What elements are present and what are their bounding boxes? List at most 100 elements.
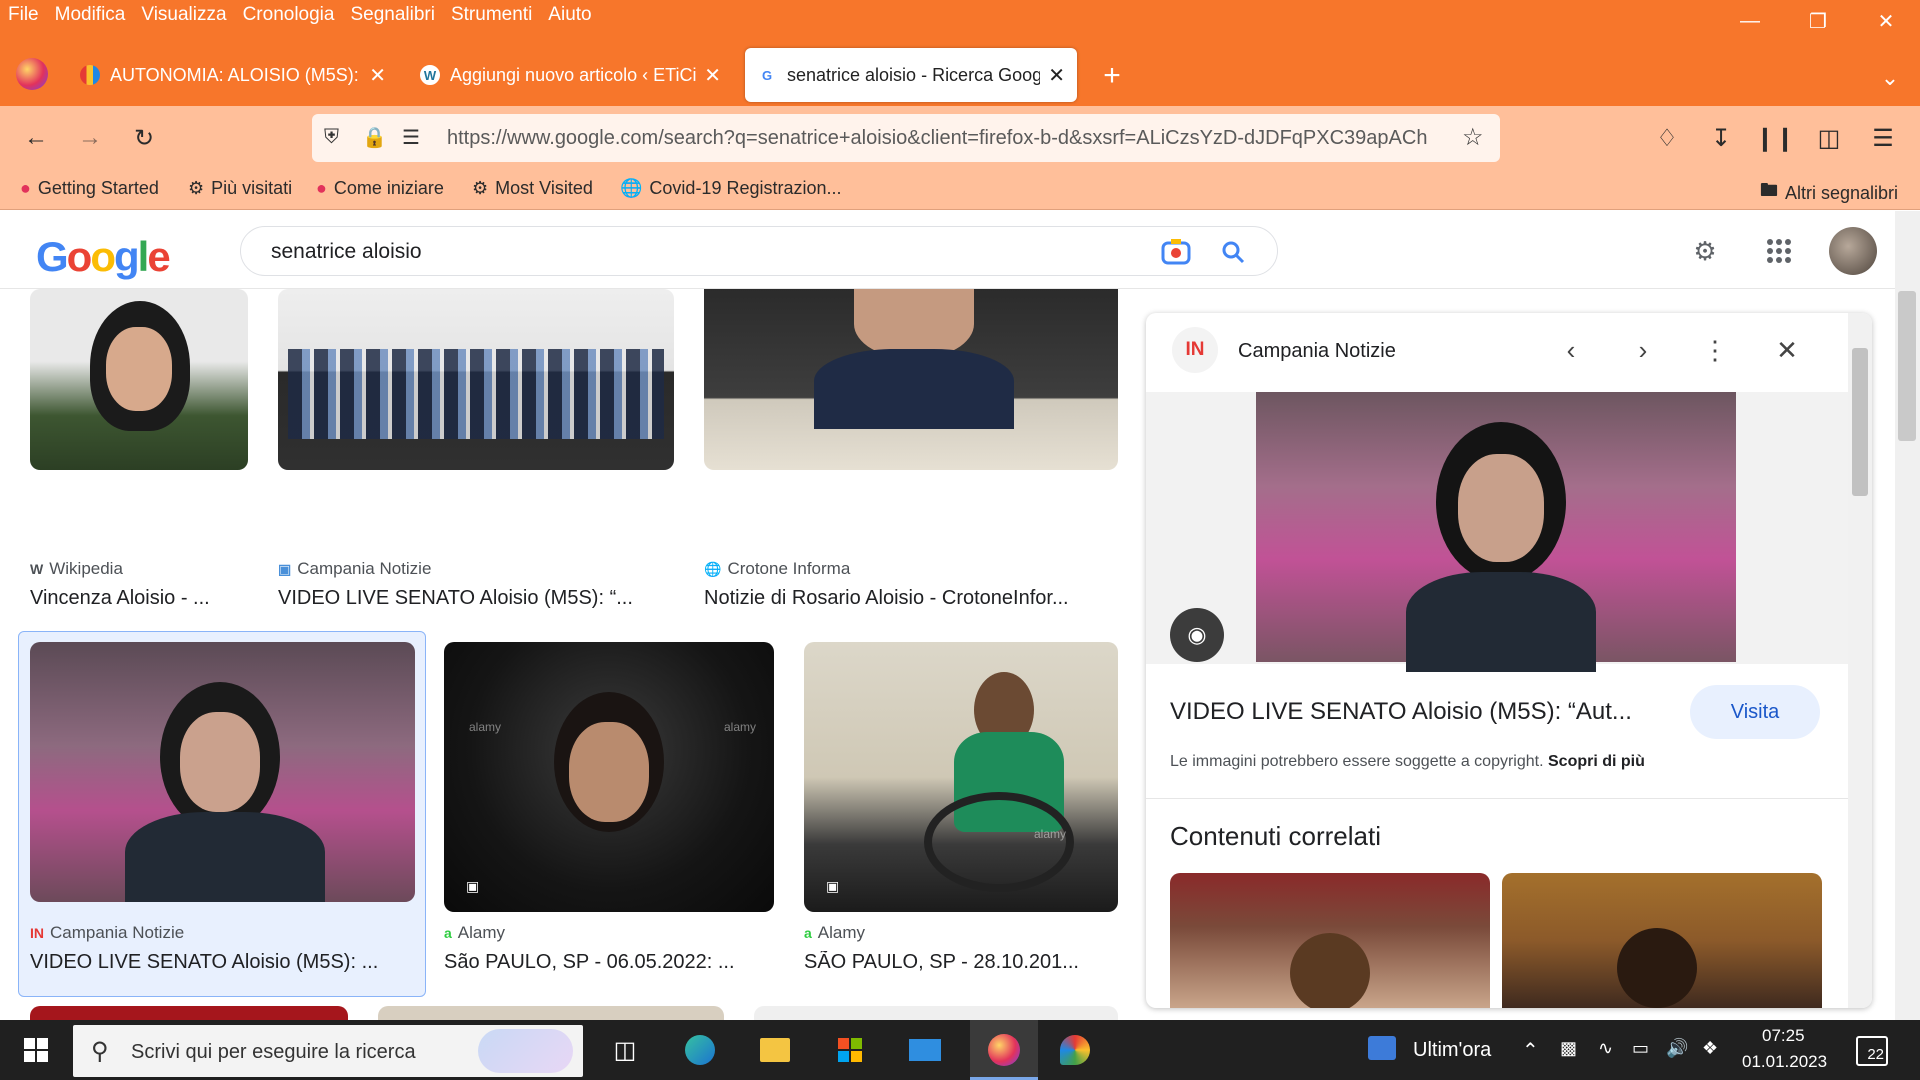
shield-icon[interactable]: ⛨	[324, 126, 339, 149]
menu-segnalibri[interactable]: Segnalibri	[350, 4, 435, 26]
restore-icon[interactable]: ❐	[1784, 0, 1852, 42]
tab-autonomia[interactable]: AUTONOMIA: ALOISIO (M5S): il ✕	[68, 48, 398, 102]
related-thumbnail[interactable]	[1502, 873, 1822, 1008]
menu-aiuto[interactable]: Aiuto	[548, 4, 591, 26]
result-title[interactable]: VIDEO LIVE SENATO Aloisio (M5S): ...	[30, 951, 410, 974]
news-widget-icon[interactable]	[1368, 1036, 1396, 1060]
sidebar-icon[interactable]: ◫	[1807, 116, 1851, 160]
bookmark-getting-started[interactable]: ● Getting Started	[20, 178, 159, 199]
news-widget-label[interactable]: Ultim'ora	[1413, 1039, 1491, 1062]
battery-icon[interactable]: ▭	[1632, 1038, 1649, 1059]
bookmark-piu-visitati[interactable]: ⚙ Più visitati	[188, 178, 292, 199]
hamburger-menu-icon[interactable]: ☰	[1861, 116, 1905, 160]
result-thumbnail[interactable]	[30, 642, 415, 902]
result-thumbnail-partial[interactable]	[378, 1006, 724, 1020]
result-thumbnail[interactable]: alamy alamy ▣	[444, 642, 774, 912]
close-panel-icon[interactable]: ✕	[1766, 329, 1808, 371]
pocket-icon[interactable]: ♢	[1645, 116, 1689, 160]
bookmark-most-visited[interactable]: ⚙ Most Visited	[472, 178, 593, 199]
related-thumbnail[interactable]	[1170, 873, 1490, 1008]
meet-now-icon[interactable]: ▩	[1560, 1038, 1577, 1059]
download-icon[interactable]: ↧	[1699, 116, 1743, 160]
search-icon[interactable]	[1216, 235, 1250, 269]
notification-center-icon[interactable]: 22	[1856, 1036, 1888, 1066]
result-title[interactable]: Vincenza Aloisio - ...	[30, 587, 250, 610]
menu-cronologia[interactable]: Cronologia	[243, 4, 335, 26]
wifi-icon[interactable]: ∿	[1598, 1038, 1613, 1059]
taskbar-search[interactable]: ⚲ Scrivi qui per eseguire la ricerca	[73, 1025, 583, 1077]
menu-modifica[interactable]: Modifica	[55, 4, 126, 26]
taskbar-search-input[interactable]: Scrivi qui per eseguire la ricerca	[131, 1041, 416, 1064]
new-tab-icon[interactable]: +	[1092, 56, 1132, 96]
reload-icon[interactable]: ↻	[122, 116, 166, 160]
bookmark-come-iniziare[interactable]: ● Come iniziare	[316, 178, 444, 199]
avatar[interactable]	[1829, 227, 1877, 275]
panel-scrollbar[interactable]	[1848, 313, 1872, 1008]
clock-date[interactable]: 01.01.2023	[1742, 1052, 1827, 1072]
result-thumbnail[interactable]	[278, 289, 674, 470]
menu-file[interactable]: File	[8, 4, 39, 26]
panel-scrollbar-thumb[interactable]	[1852, 348, 1868, 496]
bookmark-star-icon[interactable]: ☆	[1462, 123, 1484, 152]
menu-bar: File Modifica Visualizza Cronologia Segn…	[0, 0, 1920, 30]
bookmark-covid-registrazione[interactable]: 🌐 Covid-19 Registrazion...	[620, 178, 842, 199]
library-icon[interactable]: ❙❙	[1753, 116, 1797, 160]
settings-gear-icon[interactable]: ⚙	[1685, 231, 1725, 271]
edge-icon[interactable]	[680, 1030, 720, 1070]
search-input[interactable]: senatrice aloisio	[271, 240, 422, 264]
next-chevron-icon[interactable]: ›	[1622, 329, 1664, 371]
close-window-icon[interactable]: ✕	[1852, 0, 1920, 42]
preview-image[interactable]	[1256, 392, 1736, 672]
search-box[interactable]: senatrice aloisio	[240, 226, 1278, 276]
result-thumbnail[interactable]	[30, 289, 248, 470]
apps-grid-icon[interactable]	[1759, 231, 1799, 271]
result-title[interactable]: Notizie di Rosario Aloisio - CrotoneInfo…	[704, 587, 1104, 610]
clock-time[interactable]: 07:25	[1762, 1026, 1805, 1046]
tab-list-chevron-icon[interactable]: ⌄	[1870, 58, 1910, 98]
windows-start-icon[interactable]	[16, 1030, 56, 1070]
lock-icon[interactable]: 🔒	[362, 125, 387, 150]
file-explorer-icon[interactable]	[755, 1030, 795, 1070]
page-scrollbar[interactable]	[1895, 211, 1920, 1020]
minimize-icon[interactable]: —	[1716, 0, 1784, 42]
page-scrollbar-thumb[interactable]	[1898, 291, 1916, 441]
visit-button[interactable]: Visita	[1690, 685, 1820, 739]
result-title[interactable]: SÃO PAULO, SP - 28.10.201...	[804, 951, 1104, 974]
firefox-taskbar-button[interactable]	[970, 1020, 1038, 1080]
url-text[interactable]: https://www.google.com/search?q=senatric…	[447, 127, 1447, 150]
mail-icon[interactable]	[905, 1030, 945, 1070]
menu-visualizza[interactable]: Visualizza	[141, 4, 226, 26]
google-doodle-logo[interactable]: Google	[36, 233, 171, 281]
show-hidden-icons-chevron-icon[interactable]: ⌃	[1522, 1038, 1539, 1063]
result-thumbnail-partial[interactable]	[754, 1006, 1118, 1020]
dropbox-icon[interactable]: ❖	[1702, 1038, 1718, 1059]
tab-wordpress[interactable]: W Aggiungi nuovo articolo ‹ ETiCi ✕	[408, 48, 733, 102]
volume-icon[interactable]: 🔊	[1666, 1038, 1688, 1059]
result-title[interactable]: VIDEO LIVE SENATO Aloisio (M5S): “...	[278, 587, 674, 610]
task-view-icon[interactable]: ◫	[605, 1030, 645, 1070]
panel-title[interactable]: VIDEO LIVE SENATO Aloisio (M5S): “Aut...	[1170, 698, 1670, 726]
close-tab-icon[interactable]: ✕	[369, 63, 386, 88]
permissions-icon[interactable]: ☰	[402, 125, 420, 150]
microsoft-store-icon[interactable]	[830, 1030, 870, 1070]
paint-icon[interactable]	[1055, 1030, 1095, 1070]
url-bar[interactable]: ⛨ 🔒 ☰ https://www.google.com/search?q=se…	[312, 114, 1500, 162]
google-lens-icon[interactable]	[1159, 235, 1193, 269]
close-tab-icon[interactable]: ✕	[1048, 63, 1065, 88]
forward-icon[interactable]: →	[68, 116, 112, 160]
back-icon[interactable]: ←	[14, 116, 58, 160]
menu-strumenti[interactable]: Strumenti	[451, 4, 532, 26]
firefox-view-icon[interactable]	[16, 58, 48, 90]
result-thumbnail[interactable]: alamy ▣	[804, 642, 1118, 912]
more-options-icon[interactable]: ⋮	[1694, 329, 1736, 371]
other-bookmarks[interactable]: 🖿 Altri segnalibri	[1760, 178, 1898, 208]
close-tab-icon[interactable]: ✕	[704, 63, 721, 88]
tab-google-search[interactable]: G senatrice aloisio - Ricerca Goog ✕	[745, 48, 1077, 102]
panel-source-name[interactable]: Campania Notizie	[1238, 340, 1396, 363]
lens-search-icon[interactable]: ◉	[1170, 608, 1224, 662]
previous-chevron-icon[interactable]: ‹	[1550, 329, 1592, 371]
learn-more-link[interactable]: Scopri di più	[1548, 753, 1645, 770]
result-thumbnail[interactable]	[704, 289, 1118, 470]
result-title[interactable]: São PAULO, SP - 06.05.2022: ...	[444, 951, 760, 974]
result-thumbnail-partial[interactable]	[30, 1006, 348, 1020]
